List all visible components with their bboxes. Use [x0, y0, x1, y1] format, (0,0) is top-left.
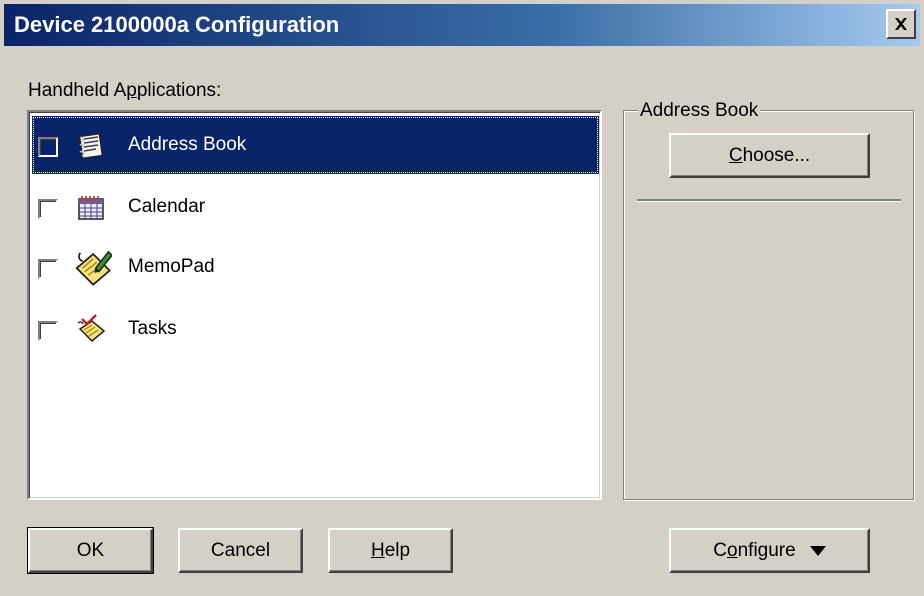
address-book-icon — [78, 132, 104, 160]
help-button[interactable]: Help — [328, 528, 453, 573]
applications-list[interactable]: Address Book Calendar MemoPad Tasks — [27, 110, 602, 500]
ok-button[interactable]: OK — [27, 527, 154, 574]
group-title: Address Book — [638, 100, 761, 122]
configure-button[interactable]: Configure — [669, 528, 870, 573]
cancel-button-label: Cancel — [210, 539, 271, 561]
handheld-applications-label: Handheld Applications: — [28, 80, 222, 101]
memopad-icon — [75, 250, 112, 286]
cancel-button[interactable]: Cancel — [178, 528, 303, 573]
window-title: Device 2100000a Configuration — [14, 12, 340, 37]
address-book-label: Address Book — [128, 134, 247, 155]
address-book-checkbox[interactable] — [38, 137, 58, 157]
configuration-dialog: Device 2100000a Configuration Handheld A… — [0, 0, 924, 596]
calendar-label: Calendar — [128, 196, 206, 217]
dropdown-arrow-icon — [809, 545, 826, 556]
memopad-checkbox[interactable] — [38, 259, 58, 279]
close-button[interactable] — [886, 9, 916, 39]
calendar-checkbox[interactable] — [38, 199, 58, 219]
tasks-checkbox[interactable] — [38, 321, 58, 341]
calendar-icon — [78, 196, 104, 220]
group-separator — [637, 199, 901, 202]
tasks-label: Tasks — [128, 318, 177, 339]
choose-button-label: Choose... — [728, 144, 811, 166]
tasks-icon — [77, 314, 106, 343]
list-item-address-book[interactable]: Address Book — [32, 116, 599, 174]
choose-button[interactable]: Choose... — [669, 133, 870, 178]
title-bar[interactable]: Device 2100000a Configuration — [4, 4, 920, 46]
configure-button-label: Configure — [713, 539, 796, 561]
ok-button-label: OK — [76, 539, 105, 561]
list-item-memopad[interactable]: MemoPad — [32, 238, 599, 296]
list-item-tasks[interactable]: Tasks — [32, 300, 599, 358]
help-button-label: Help — [370, 539, 411, 561]
close-icon — [895, 18, 907, 30]
memopad-label: MemoPad — [128, 256, 215, 277]
list-item-calendar[interactable]: Calendar — [32, 178, 599, 236]
